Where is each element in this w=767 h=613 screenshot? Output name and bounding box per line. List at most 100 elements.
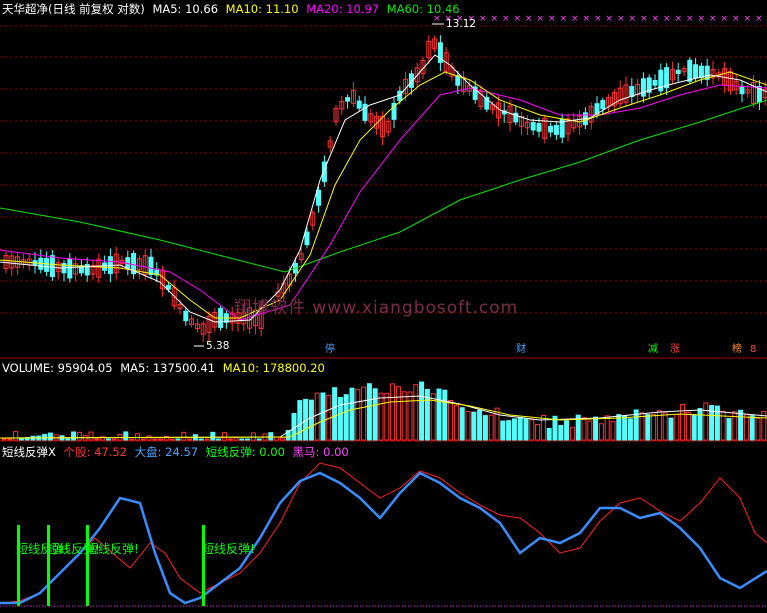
top-marker-icon: × [686,14,694,24]
candle-body [67,258,73,279]
volume-bar [448,400,454,441]
candle-body [739,85,745,95]
volume-bar [662,412,668,441]
volume-bar [181,431,187,441]
candle-body [530,122,536,131]
volume-bar [540,414,546,441]
volume-bar [13,431,19,441]
volume-header: VOLUME: 95904.05 MA5: 137500.41 MA10: 17… [2,361,329,375]
volume-bar [749,415,755,441]
volume-bar [94,438,100,441]
price-panel[interactable]: ×××××××××××××××××××××××××××××× 天华超净(日线 前… [0,0,767,360]
marker-rank[interactable]: 榜 [730,343,744,356]
candle-body [102,262,108,271]
volume-bar [395,386,401,441]
top-marker-icon: × [548,14,556,24]
volume-bar [645,414,651,441]
top-marker-icon: × [594,14,602,24]
volume-bar [140,438,146,441]
candle-body [183,310,189,322]
volume-bar [546,427,552,441]
volume-bar [453,405,459,441]
volume-bar [158,438,164,441]
volume-bar [239,438,245,441]
volume-bar [674,413,680,441]
indicator-chart[interactable] [0,443,767,613]
top-marker-icon: × [675,14,683,24]
volume-bar [488,414,494,441]
top-marker-icon: × [606,14,614,24]
volume-ma10: MA10: 178800.20 [222,361,325,375]
volume-bar [152,438,158,441]
volume-bar [598,423,604,441]
indicator-header: 短线反弹X 个股: 47.52 大盘: 24.57 短线反弹: 0.00 黑马:… [2,444,353,460]
volume-bar [250,432,256,441]
marker-reduce[interactable]: 减 [646,343,660,356]
volume-bar [517,416,523,441]
top-marker-icon: × [525,14,533,24]
volume-bar [535,424,541,441]
volume-bar [337,396,343,441]
volume-bar [604,415,610,441]
candle-body [536,123,542,132]
volume-bar [413,384,419,441]
high-price-label: 13.12 [446,18,477,30]
volume-bar [685,411,691,441]
volume-bar [216,438,222,441]
top-marker-icon: × [721,14,729,24]
indicator-panel[interactable]: 短线反弹X 个股: 47.52 大盘: 24.57 短线反弹: 0.00 黑马:… [0,443,767,613]
volume-bar [355,389,361,441]
top-marker-icon: × [479,14,487,24]
stock-title: 天华超净(日线 前复权 对数) [2,2,145,16]
volume-bar [477,409,483,441]
volume-bar [755,417,761,441]
stock-line [0,462,767,604]
top-marker-icon: × [663,14,671,24]
volume-bar [558,424,564,441]
volume-bar [268,432,274,441]
volume-bar [279,437,285,441]
volume-bar [419,381,425,441]
volume-ma5: MA5: 137500.41 [120,361,216,375]
volume-bar [743,413,749,441]
volume-bar [494,407,500,441]
marker-limit-up[interactable]: 涨 [668,343,682,356]
volume-bar [668,417,674,441]
marker-suspend[interactable]: 停 [323,343,337,356]
volume-bar [297,400,303,441]
volume-bar [111,438,117,441]
top-marker-icon: × [709,14,717,24]
volume-bar [88,431,94,441]
ma20-value: MA20: 10.97 [306,2,380,16]
volume-bar [233,437,239,441]
top-marker-icon: × [617,14,625,24]
marker-extra[interactable]: 8 [748,343,758,356]
volume-panel[interactable]: VOLUME: 95904.05 MA5: 137500.41 MA10: 17… [0,360,767,443]
watermark: 翔博软件 www.xiangbosoft.com [234,298,519,318]
volume-bar [47,432,53,441]
candle-body [304,231,310,246]
volume-bar [221,432,227,441]
volume-bar [134,433,140,441]
top-marker-icon: × [583,14,591,24]
indicator-darkhorse: 黑马: 0.00 [292,445,349,459]
top-marker-icon: × [514,14,522,24]
volume-bar [390,383,396,441]
indicator-stock: 个股: 47.52 [63,445,127,459]
volume-bar [256,438,262,441]
signal-bar [86,525,89,606]
top-marker-icon: × [744,14,752,24]
volume-bar [7,438,13,441]
volume-bar [187,438,193,441]
volume-bar [593,416,599,441]
candle-body [693,64,699,79]
ma60-value: MA60: 10.46 [386,2,460,16]
marker-finance[interactable]: 财 [514,343,528,356]
signal-bar [47,525,50,606]
volume-bar [697,408,703,441]
volume-bar [227,438,233,441]
volume-bar [366,383,372,441]
top-marker-icon: × [491,14,499,24]
volume-bar [210,431,216,441]
top-marker-icon: × [560,14,568,24]
